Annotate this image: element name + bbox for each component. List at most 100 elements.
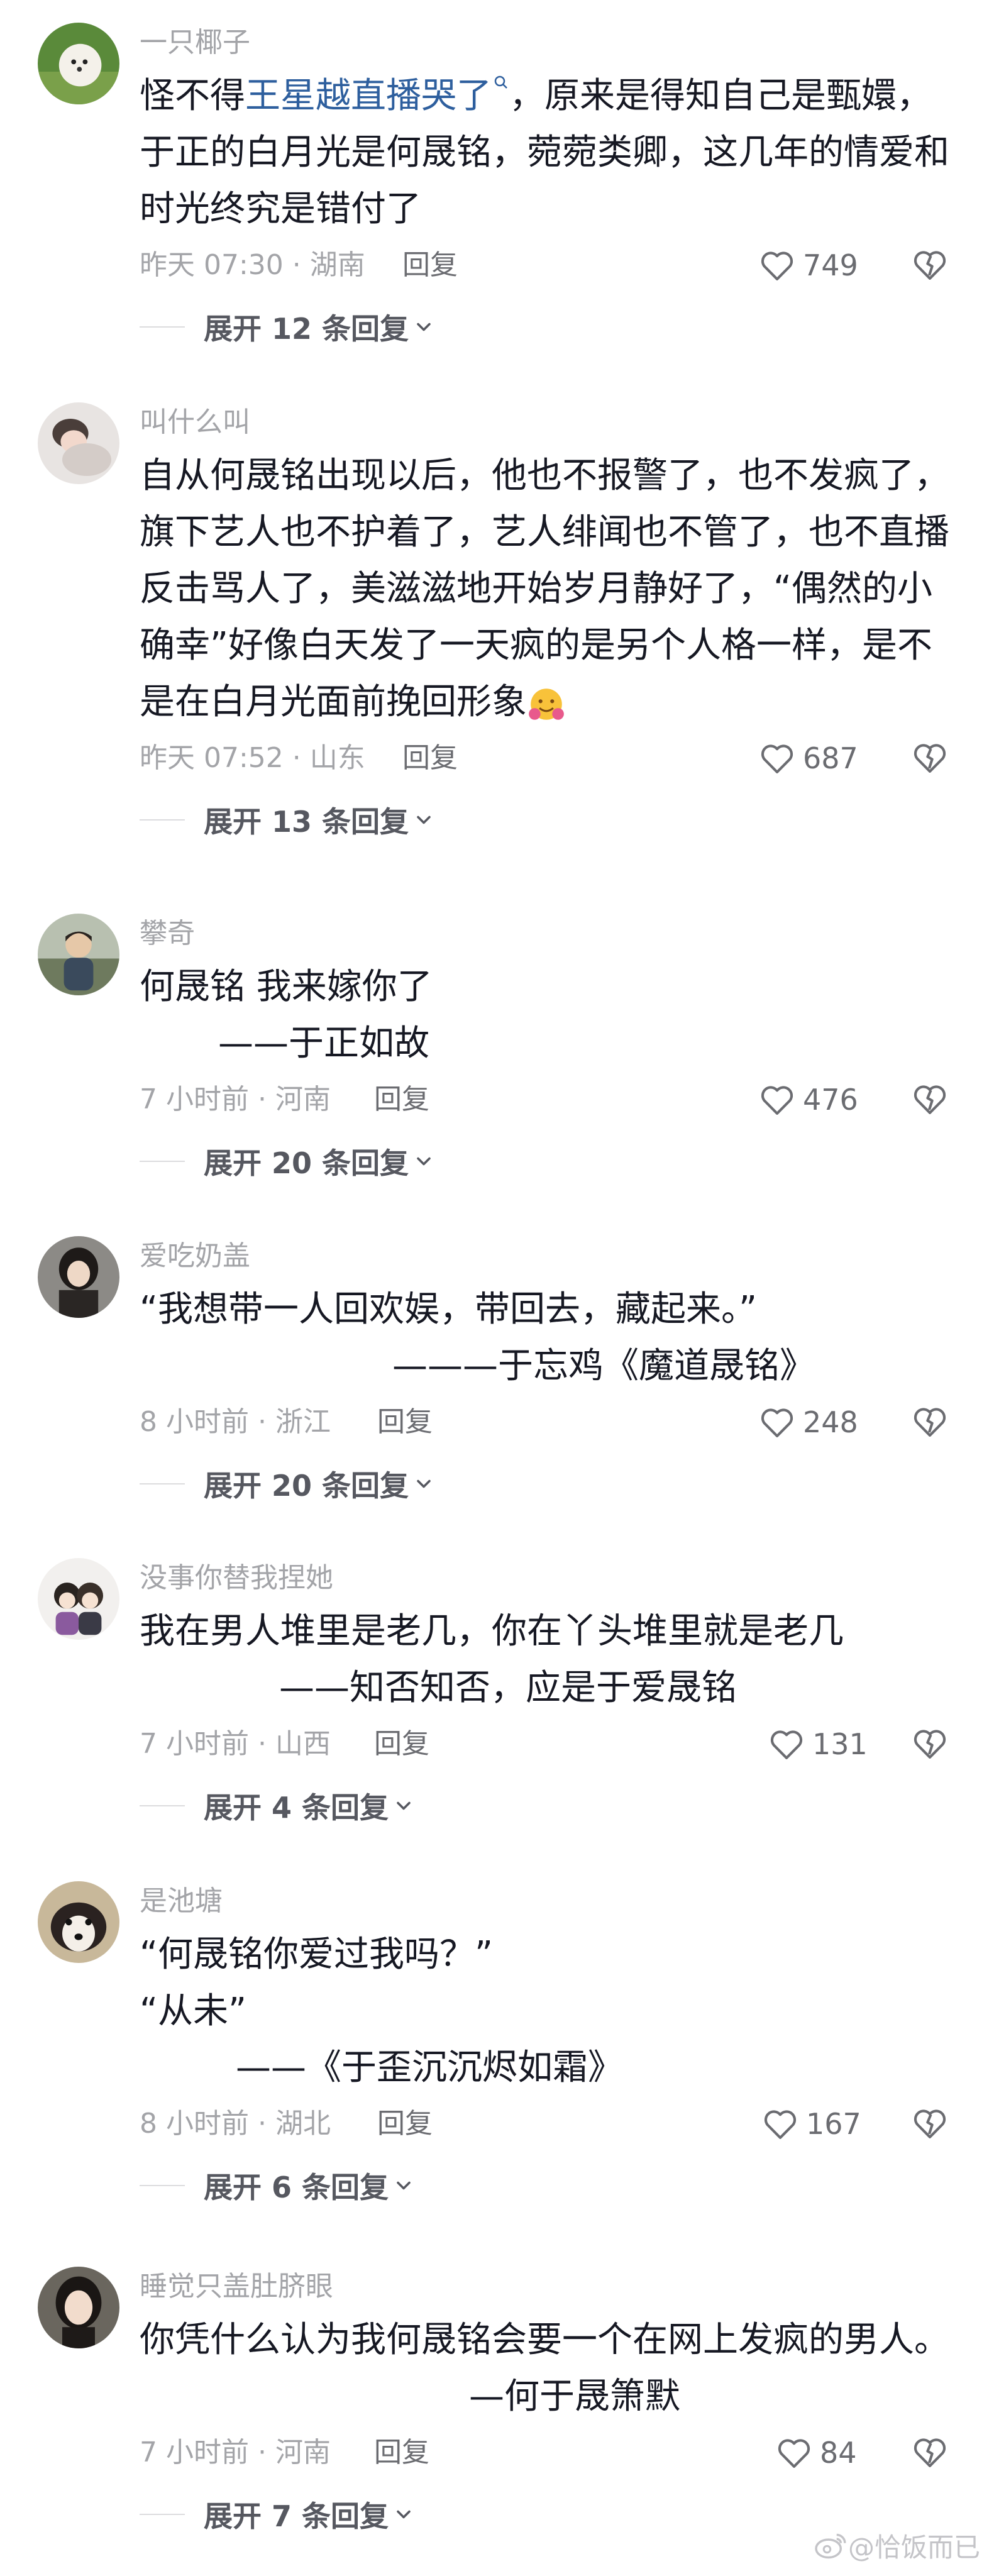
comment-text-line: “从未” [140,1991,247,2032]
comment-username[interactable]: 没事你替我捏她 [140,1561,333,1596]
avatar[interactable] [38,1236,119,1318]
like-button[interactable]: 84 [775,2433,857,2473]
expand-replies-label: 展开 20 条回复 [204,1146,409,1180]
reply-button[interactable]: 回复 [377,2106,433,2142]
expand-replies-label: 展开 13 条回复 [204,805,409,839]
hug-emoji-icon [529,688,564,720]
broken-heart-icon [914,1085,946,1115]
comment-text-line: 旗下艺人也不护着了，艺人绯闻也不管了，也不直播 [140,512,949,553]
comment-text-line: 你凭什么认为我何晟铭会要一个在网上发疯的男人。 [140,2319,949,2360]
comment-text-line: 反击骂人了，美滋滋地开始岁月静好了，“偶然的小 [140,568,933,609]
broken-heart-icon [914,1730,946,1759]
comment-text-line: “我想带一人回欢娱，带回去，藏起来。” [140,1289,758,1330]
like-button[interactable]: 167 [761,2104,861,2144]
comment-meta: 7 小时前 · 山西 [140,1728,331,1760]
like-button[interactable]: 476 [758,1080,858,1120]
chevron-down-icon [417,323,431,331]
avatar[interactable] [38,914,119,995]
reply-button[interactable]: 回复 [402,248,458,283]
like-button[interactable]: 687 [758,738,858,778]
expand-replies[interactable]: 展开 20 条回复 [140,1465,435,1503]
dislike-button[interactable] [910,245,949,284]
divider [140,1161,185,1162]
expand-replies-label: 展开 20 条回复 [204,1469,409,1503]
comment-meta: 8 小时前 · 浙江 [140,1406,331,1438]
dislike-button[interactable] [910,2433,949,2472]
comment-username[interactable]: 一只椰子 [140,25,250,60]
like-count: 749 [803,248,858,282]
like-button[interactable]: 749 [758,245,858,285]
like-count: 167 [806,2107,861,2141]
comment-text-line: 怪不得王星越直播哭了 ，原来是得知自己是甄嬛， [140,75,932,116]
dislike-button[interactable] [910,1080,949,1119]
broken-heart-icon [914,1408,946,1437]
expand-replies[interactable]: 展开 4 条回复 [140,1787,415,1825]
divider [140,2185,185,2186]
expand-replies[interactable]: 展开 6 条回复 [140,2167,415,2204]
heart-icon [761,1086,793,1115]
expand-replies-label: 展开 12 条回复 [204,312,409,346]
watermark: @恰饭而已 [814,2526,980,2565]
comment-username[interactable]: 叫什么叫 [140,405,250,440]
comment-meta: 昨天 07:30 · 湖南 [140,249,365,281]
avatar[interactable] [38,2267,119,2348]
weibo-logo-icon [815,2533,846,2558]
avatar[interactable] [38,1558,119,1640]
comment-text-line: ——于正如故 [218,1023,429,1064]
like-button[interactable]: 248 [758,1402,858,1442]
comment-meta: 7 小时前 · 河南 [140,2436,331,2468]
comment-meta: 8 小时前 · 湖北 [140,2108,331,2140]
comment-meta: 7 小时前 · 河南 [140,1083,331,1115]
comment-meta: 昨天 07:52 · 山东 [140,742,365,774]
like-count: 248 [803,1405,858,1439]
comment-text-line: “何晟铭你爱过我吗？” [140,1934,494,1975]
divider [140,1805,185,1806]
expand-replies[interactable]: 展开 20 条回复 [140,1142,435,1180]
divider [140,2514,185,2515]
reply-button[interactable]: 回复 [374,1082,429,1117]
chevron-down-icon [417,1157,431,1166]
like-count: 476 [803,1083,858,1117]
expand-replies[interactable]: 展开 7 条回复 [140,2496,415,2533]
dislike-button[interactable] [910,1402,949,1441]
avatar[interactable] [38,402,119,484]
dislike-button[interactable] [910,2104,949,2143]
heart-icon [761,744,793,774]
heart-icon [761,1408,793,1438]
comment-username[interactable]: 是池塘 [140,1884,223,1919]
reply-button[interactable]: 回复 [374,2435,429,2470]
comment-text-line: 于正的白月光是何晟铭，菀菀类卿，这几年的情爱和 [140,132,949,173]
avatar[interactable] [38,1881,119,1963]
reply-button[interactable]: 回复 [402,741,458,776]
like-count: 131 [812,1727,868,1761]
chevron-down-icon [417,1479,431,1488]
comment-text-line: 自从何晟铭出现以后，他也不报警了，也不发疯了， [140,455,949,496]
heart-icon [761,252,793,281]
comment-text-line: ———于忘鸡《魔道晟铭》 [392,1346,815,1386]
comment-username[interactable]: 睡觉只盖肚脐眼 [140,2269,333,2304]
mention-link[interactable]: 王星越直播哭了 [245,75,509,116]
expand-replies-label: 展开 6 条回复 [204,2170,389,2204]
comment-text-line: 时光终究是错付了 [140,189,421,229]
dislike-button[interactable] [910,738,949,777]
chevron-down-icon [417,815,431,824]
like-count: 687 [803,741,858,775]
comment-username[interactable]: 攀奇 [140,916,195,951]
watermark-text: @恰饭而已 [848,2532,981,2563]
divider [140,819,185,821]
reply-button[interactable]: 回复 [374,1727,429,1762]
avatar[interactable] [38,23,119,104]
divider [140,1483,185,1484]
comment-text-line: 是在白月光面前挽回形象 [140,680,566,724]
expand-replies[interactable]: 展开 12 条回复 [140,308,435,346]
broken-heart-icon [914,251,946,280]
broken-heart-icon [914,2438,946,2468]
dislike-button[interactable] [910,1724,949,1763]
comment-text-line: —何于晟箫默 [469,2376,680,2417]
comment-username[interactable]: 爱吃奶盖 [140,1239,250,1274]
reply-button[interactable]: 回复 [377,1405,433,1440]
divider [140,326,185,328]
like-button[interactable]: 131 [767,1724,868,1764]
comment-text-line: 我在男人堆里是老几，你在丫头堆里就是老几 [140,1611,844,1652]
expand-replies[interactable]: 展开 13 条回复 [140,801,435,839]
